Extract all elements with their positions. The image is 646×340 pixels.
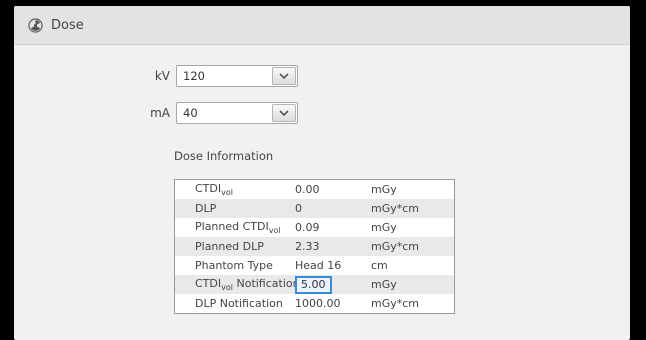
table-row: CTDIvol 0.00 mGy — [175, 180, 454, 199]
title-bar: Dose — [14, 6, 630, 45]
kv-value: 120 — [183, 69, 205, 83]
ma-select[interactable]: 40 — [176, 102, 298, 124]
row-value-cell: 0.09 — [291, 221, 365, 234]
row-unit: mGy — [371, 221, 397, 234]
table-row: Planned CTDIvol 0.09 mGy — [175, 218, 454, 237]
row-label: Planned CTDIvol — [195, 219, 281, 236]
row-value-cell: 0.00 — [291, 183, 365, 196]
row-unit: mGy*cm — [371, 202, 420, 215]
table-row: CTDIvol Notification 5.00 mGy — [175, 275, 454, 294]
table-row: DLP Notification 1000.00 mGy*cm — [175, 294, 454, 313]
row-value-cell: 5.00 — [291, 275, 365, 294]
row-value: 0 — [295, 202, 302, 215]
row-value: 0.00 — [295, 183, 320, 196]
row-value-cell: 1000.00 — [291, 297, 365, 310]
dose-panel: Dose kV 120 mA 40 Dose Information CTDIv… — [14, 6, 630, 340]
ma-value: 40 — [183, 106, 198, 120]
row-label: CTDIvol — [195, 181, 233, 198]
dose-information-title: Dose Information — [174, 149, 274, 163]
table-row: Planned DLP 2.33 mGy*cm — [175, 237, 454, 256]
row-value-cell: Head 16 — [291, 259, 365, 272]
radiation-icon — [28, 17, 43, 33]
dose-information-table: CTDIvol 0.00 mGy DLP 0 mGy*cm Planned CTDIvol 0… — [174, 179, 455, 314]
ma-row: mA 40 — [126, 102, 298, 124]
row-label: DLP — [195, 202, 217, 215]
kv-row: kV 120 — [126, 65, 298, 87]
row-label: DLP Notification — [195, 297, 283, 310]
row-value-cell: 2.33 — [291, 240, 365, 253]
row-unit: mGy — [371, 278, 397, 291]
ma-label: mA — [150, 106, 170, 120]
row-value: 2.33 — [295, 240, 320, 253]
notification-value-input[interactable]: 5.00 — [295, 275, 332, 294]
row-unit: mGy*cm — [371, 297, 420, 310]
row-label: Planned DLP — [195, 240, 264, 253]
panel-title: Dose — [51, 17, 84, 33]
row-unit: mGy — [371, 183, 397, 196]
table-row: Phantom Type Head 16 cm — [175, 256, 454, 275]
row-label: Phantom Type — [195, 259, 273, 272]
table-row: DLP 0 mGy*cm — [175, 199, 454, 218]
chevron-down-icon[interactable] — [272, 67, 296, 85]
kv-label: kV — [154, 69, 170, 83]
row-value: 0.09 — [295, 221, 320, 234]
row-label: CTDIvol Notification — [195, 276, 300, 293]
row-unit: mGy*cm — [371, 240, 420, 253]
chevron-down-icon[interactable] — [272, 104, 296, 122]
row-value-cell: 0 — [291, 202, 365, 215]
row-value: Head 16 — [295, 259, 342, 272]
row-unit: cm — [371, 259, 388, 272]
row-value: 1000.00 — [295, 297, 341, 310]
kv-select[interactable]: 120 — [176, 65, 298, 87]
